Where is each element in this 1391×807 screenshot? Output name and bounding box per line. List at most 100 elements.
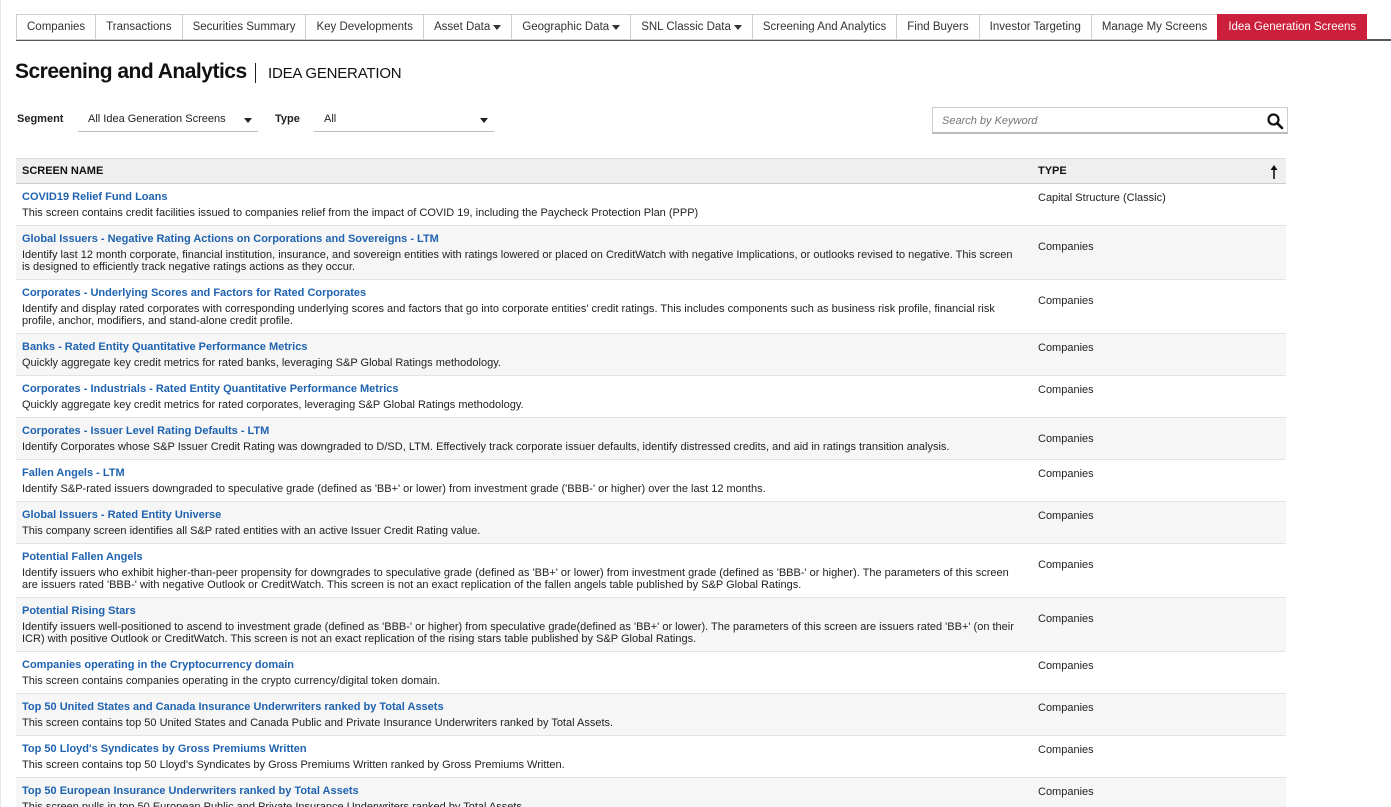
screen-name-cell: Fallen Angels - LTM Identify S&P-rated is… xyxy=(16,467,1032,495)
page-subtitle: IDEA GENERATION xyxy=(268,65,402,82)
search-box xyxy=(932,107,1288,134)
screen-description: This company screen identifies all S&P r… xyxy=(22,525,481,537)
top-nav-tabs: Companies Transactions Securities Summary K… xyxy=(16,14,1391,41)
nav-tab[interactable]: Manage My Screens xyxy=(1090,14,1218,40)
segment-select[interactable]: All Idea Generation Screens xyxy=(78,108,258,132)
screen-name-cell: Top 50 Lloyd's Syndicates by Gross Premi… xyxy=(16,743,1032,771)
nav-tab[interactable]: Investor Targeting xyxy=(978,14,1091,40)
screen-name-cell: Top 50 United States and Canada Insuranc… xyxy=(16,701,1032,729)
screen-name-cell: Companies operating in the Cryptocurrenc… xyxy=(16,659,1032,687)
nav-tab[interactable]: SNL Classic Data xyxy=(630,14,752,40)
chevron-down-icon xyxy=(493,24,502,30)
screen-type-cell: Companies xyxy=(1038,702,1094,714)
table-row: Companies operating in the Cryptocurrenc… xyxy=(16,652,1286,694)
nav-tab-label: Investor Targeting xyxy=(989,21,1081,33)
screen-description: This screen contains top 50 Lloyd's Synd… xyxy=(22,759,565,771)
table-row: Corporates - Industrials - Rated Entity … xyxy=(16,376,1286,418)
screens-table: SCREEN NAME TYPE COVID19 Relief Fund Loa… xyxy=(16,158,1286,807)
screen-description: Identify Corporates whose S&P Issuer Cre… xyxy=(22,441,950,453)
screen-name-link[interactable]: Potential Fallen Angels xyxy=(22,551,1020,564)
page-title: Screening and Analytics xyxy=(15,60,247,83)
screen-name-cell: COVID19 Relief Fund Loans This screen con… xyxy=(16,191,1032,219)
type-select-value: All xyxy=(324,113,337,125)
screen-name-link[interactable]: Fallen Angels - LTM xyxy=(22,467,1020,480)
nav-tab-label: SNL Classic Data xyxy=(641,21,731,33)
type-label: Type xyxy=(275,113,300,125)
nav-tab-label: Companies xyxy=(27,21,86,33)
nav-tab[interactable]: Geographic Data xyxy=(511,14,631,40)
screen-description: This screen contains companies operating… xyxy=(22,675,441,687)
search-input[interactable] xyxy=(942,110,1262,132)
screen-description: Identify issuers who exhibit higher-than… xyxy=(22,567,1009,591)
nav-tab[interactable]: Idea Generation Screens xyxy=(1217,14,1368,40)
nav-tab-label: Manage My Screens xyxy=(1101,21,1208,33)
screen-type-cell: Companies xyxy=(1038,295,1094,307)
screen-description: Identify and display rated corporates wi… xyxy=(22,303,995,327)
screen-description: This screen pulls in top 50 European Pub… xyxy=(22,801,526,807)
column-header-screen-name[interactable]: SCREEN NAME xyxy=(16,165,1032,177)
screen-name-link[interactable]: Global Issuers - Rated Entity Universe xyxy=(22,509,1020,522)
screen-type-cell: Companies xyxy=(1038,786,1094,798)
table-row: COVID19 Relief Fund Loans This screen con… xyxy=(16,184,1286,226)
screen-type-cell: Companies xyxy=(1038,433,1094,445)
screen-type-cell: Companies xyxy=(1038,241,1094,253)
screen-description: Quickly aggregate key credit metrics for… xyxy=(22,357,501,369)
screen-type-cell: Companies xyxy=(1038,384,1094,396)
nav-tab[interactable]: Asset Data xyxy=(423,14,512,40)
search-icon[interactable] xyxy=(1266,112,1284,130)
table-row: Potential Fallen Angels Identify issuers … xyxy=(16,544,1286,598)
nav-tab[interactable]: Transactions xyxy=(95,14,182,40)
screen-type-cell: Companies xyxy=(1038,744,1094,756)
screen-name-link[interactable]: Global Issuers - Negative Rating Actions… xyxy=(22,233,1020,246)
screen-name-link[interactable]: COVID19 Relief Fund Loans xyxy=(22,191,1020,204)
screen-name-link[interactable]: Companies operating in the Cryptocurrenc… xyxy=(22,659,1020,672)
screen-name-cell: Banks - Rated Entity Quantitative Perfor… xyxy=(16,341,1032,369)
nav-tab-label: Screening And Analytics xyxy=(762,21,887,33)
screen-description: Quickly aggregate key credit metrics for… xyxy=(22,399,524,411)
screen-description: This screen contains credit facilities i… xyxy=(22,207,699,219)
nav-tab[interactable]: Companies xyxy=(16,14,96,40)
table-row: Top 50 United States and Canada Insuranc… xyxy=(16,694,1286,736)
screen-type-cell: Companies xyxy=(1038,559,1094,571)
screen-name-cell: Corporates - Underlying Scores and Facto… xyxy=(16,287,1032,327)
screen-name-link[interactable]: Potential Rising Stars xyxy=(22,605,1020,618)
chevron-down-icon xyxy=(480,118,488,123)
chevron-down-icon xyxy=(733,24,742,30)
nav-tab[interactable]: Screening And Analytics xyxy=(751,14,897,40)
screen-type-cell: Companies xyxy=(1038,660,1094,672)
title-divider xyxy=(255,63,256,83)
chevron-down-icon xyxy=(244,118,252,123)
screen-type-cell: Companies xyxy=(1038,510,1094,522)
table-header: SCREEN NAME TYPE xyxy=(16,158,1286,184)
nav-tab-label: Idea Generation Screens xyxy=(1228,21,1357,33)
screen-description: Identify last 12 month corporate, financ… xyxy=(22,249,1013,273)
table-row: Potential Rising Stars Identify issuers w… xyxy=(16,598,1286,652)
screen-description: Identify issuers well-positioned to asce… xyxy=(22,621,1014,645)
column-header-type[interactable]: TYPE xyxy=(1032,165,1067,177)
table-row: Fallen Angels - LTM Identify S&P-rated is… xyxy=(16,460,1286,502)
table-row: Global Issuers - Negative Rating Actions… xyxy=(16,226,1286,280)
screen-name-link[interactable]: Corporates - Issuer Level Rating Default… xyxy=(22,425,1020,438)
screen-name-link[interactable]: Corporates - Underlying Scores and Facto… xyxy=(22,287,1020,300)
screen-description: Identify S&P-rated issuers downgraded to… xyxy=(22,483,766,495)
nav-tab[interactable]: Securities Summary xyxy=(181,14,306,40)
nav-tab-label: Asset Data xyxy=(434,21,491,33)
sort-arrow-up-icon[interactable] xyxy=(1268,164,1280,180)
screen-type-cell: Companies xyxy=(1038,468,1094,480)
table-row: Top 50 European Insurance Underwriters r… xyxy=(16,778,1286,807)
screen-name-cell: Top 50 European Insurance Underwriters r… xyxy=(16,785,1032,807)
screen-name-link[interactable]: Top 50 European Insurance Underwriters r… xyxy=(22,785,1020,798)
nav-tab-label: Key Developments xyxy=(316,21,413,33)
screen-type-cell: Capital Structure (Classic) xyxy=(1038,192,1166,204)
screen-name-link[interactable]: Banks - Rated Entity Quantitative Perfor… xyxy=(22,341,1020,354)
segment-label: Segment xyxy=(17,113,64,125)
nav-tab[interactable]: Key Developments xyxy=(305,14,423,40)
table-row: Top 50 Lloyd's Syndicates by Gross Premi… xyxy=(16,736,1286,778)
nav-tab-label: Geographic Data xyxy=(522,21,610,33)
screen-name-link[interactable]: Corporates - Industrials - Rated Entity … xyxy=(22,383,1020,396)
screen-name-cell: Potential Rising Stars Identify issuers w… xyxy=(16,605,1032,645)
type-select[interactable]: All xyxy=(314,108,494,132)
screen-name-link[interactable]: Top 50 Lloyd's Syndicates by Gross Premi… xyxy=(22,743,1020,756)
nav-tab[interactable]: Find Buyers xyxy=(896,14,979,40)
screen-name-link[interactable]: Top 50 United States and Canada Insuranc… xyxy=(22,701,1020,714)
